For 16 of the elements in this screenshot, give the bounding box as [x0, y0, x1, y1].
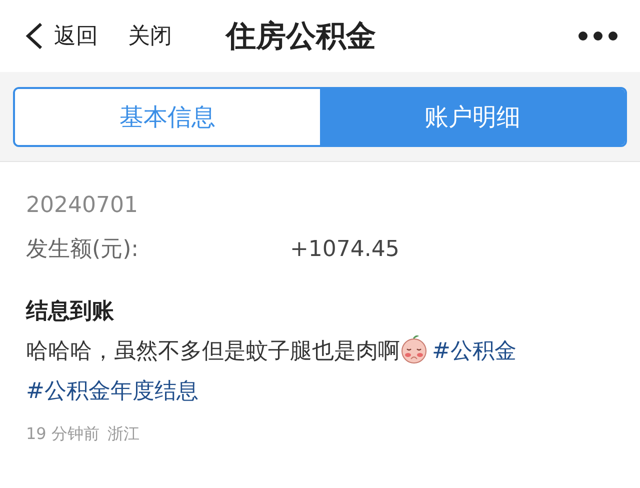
hashtag-link[interactable]: #公积金 [432, 339, 516, 364]
post-location: 浙江 [107, 424, 140, 445]
close-button[interactable]: 关闭 [128, 21, 172, 51]
post-text: 哈哈哈，虽然不多但是蚊子腿也是肉啊 #公积金 #公积金年度结息 [26, 332, 616, 412]
amount-value: +1074.45 [290, 236, 400, 264]
post-time: 19 分钟前 [26, 424, 100, 445]
back-button[interactable]: 返回 [24, 21, 98, 51]
more-button[interactable] [578, 30, 618, 42]
page-title: 住房公积金 [226, 18, 376, 56]
emoji-icon [400, 334, 428, 364]
back-icon [24, 21, 44, 51]
record-date: 20240701 [26, 192, 139, 220]
amount-label: 发生额(元): [26, 236, 140, 264]
hashtag-link[interactable]: #公积金年度结息 [26, 379, 198, 404]
post-title: 结息到账 [26, 298, 115, 326]
more-icon [578, 30, 618, 42]
